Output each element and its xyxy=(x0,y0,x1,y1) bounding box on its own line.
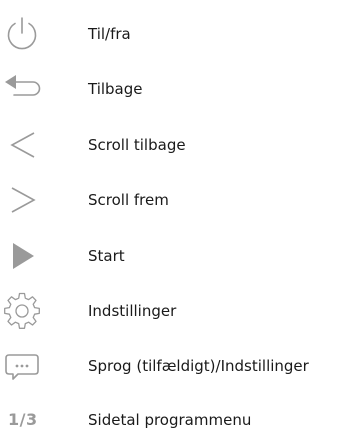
page-number-icon: 1/3 xyxy=(8,410,38,429)
back-arrow-icon xyxy=(2,69,42,109)
chevron-right-icon xyxy=(2,180,42,220)
legend-item-back: Tilbage xyxy=(0,69,346,109)
legend-item-scroll-forward: Scroll frem xyxy=(0,180,346,220)
speech-bubble-icon xyxy=(2,346,42,386)
legend-label: Sidetal programmenu xyxy=(88,411,252,429)
legend-item-settings: Indstillinger xyxy=(0,291,346,331)
icon-legend: Til/fra Tilbage Scroll tilbage Scroll fr… xyxy=(0,0,346,441)
play-icon xyxy=(2,236,42,276)
legend-label: Start xyxy=(88,247,125,265)
gear-icon xyxy=(2,291,42,331)
legend-item-page-number: 1/3 Sidetal programmenu xyxy=(0,400,346,440)
legend-item-power: Til/fra xyxy=(0,14,346,54)
legend-label: Til/fra xyxy=(88,25,131,43)
legend-item-scroll-back: Scroll tilbage xyxy=(0,125,346,165)
legend-label: Sprog (tilfældigt)/Indstillinger xyxy=(88,357,309,375)
power-icon xyxy=(2,14,42,54)
legend-label: Scroll frem xyxy=(88,191,169,209)
legend-label: Indstillinger xyxy=(88,302,177,320)
legend-item-language: Sprog (tilfældigt)/Indstillinger xyxy=(0,346,346,386)
legend-label: Tilbage xyxy=(88,80,143,98)
chevron-left-icon xyxy=(2,125,42,165)
legend-label: Scroll tilbage xyxy=(88,136,186,154)
legend-item-start: Start xyxy=(0,236,346,276)
